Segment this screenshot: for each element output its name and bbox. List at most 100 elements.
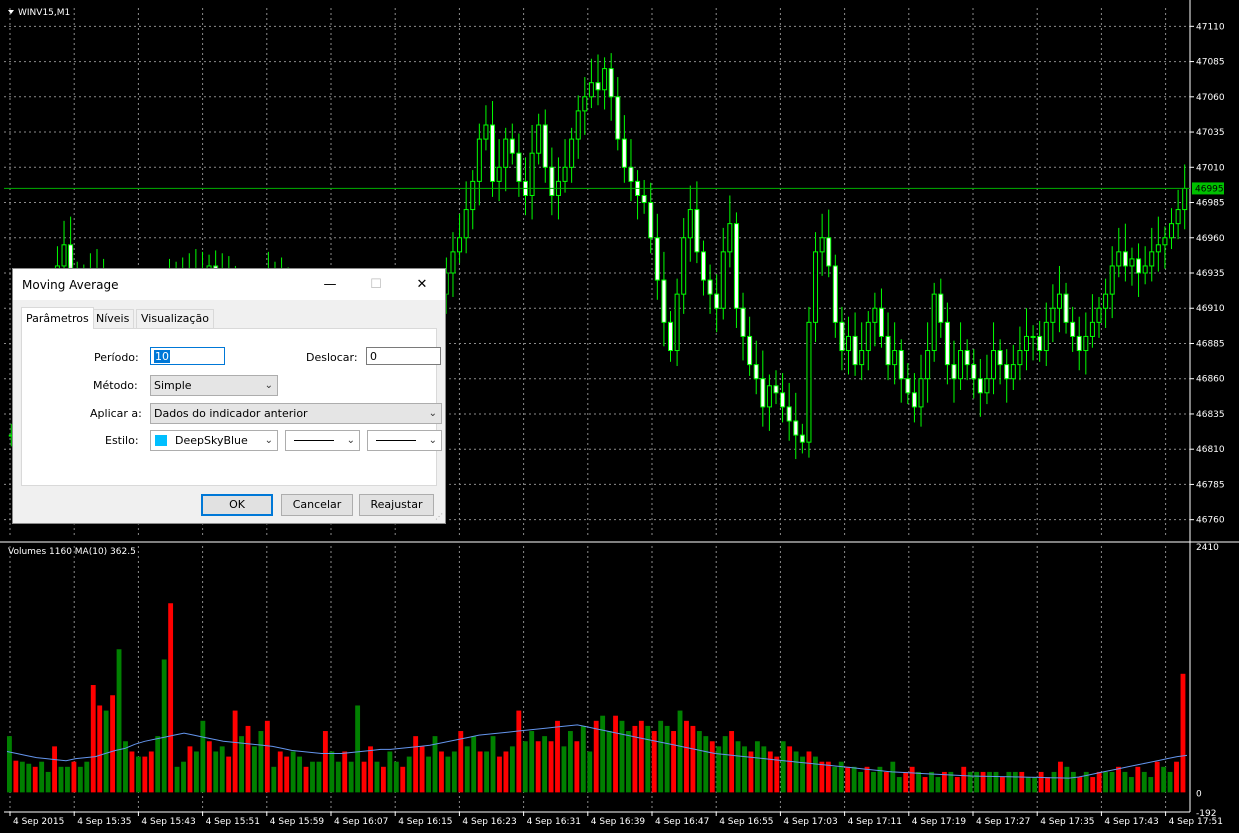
time-tick-label: 4 Sep 16:55 — [719, 817, 773, 827]
apply-to-select[interactable]: Dados do indicador anterior ⌄ — [150, 403, 442, 424]
volume-bar — [1180, 673, 1186, 793]
volume-bar — [561, 746, 567, 793]
tab-parametros[interactable]: Parâmetros — [21, 307, 94, 329]
color-select[interactable]: DeepSkyBlue ⌄ — [150, 430, 278, 451]
moving-average-dialog: Moving Average — ☐ ✕ Parâmetros Níveis V… — [12, 268, 446, 524]
candle-body — [733, 223, 739, 309]
time-tick-label: 4 Sep 17:03 — [783, 817, 837, 827]
candle-body — [1109, 265, 1115, 295]
volume-bar — [619, 720, 625, 793]
candle-body — [569, 138, 575, 168]
volume-bar — [297, 756, 303, 793]
resize-grip-icon[interactable]: ⋰ — [435, 513, 443, 521]
method-select[interactable]: Simple ⌄ — [150, 375, 278, 396]
chevron-down-icon: ⌄ — [264, 380, 273, 391]
volume-bar — [632, 725, 638, 793]
candle-body — [740, 307, 746, 337]
volume-bar — [116, 649, 122, 793]
volume-bar — [774, 756, 780, 793]
volume-bar — [974, 771, 980, 793]
close-icon[interactable]: ✕ — [399, 269, 445, 300]
candle-body — [1162, 237, 1168, 246]
volume-bar — [19, 761, 25, 793]
volume-bar — [65, 766, 70, 793]
candle-body — [1076, 335, 1082, 352]
maximize-icon: ☐ — [370, 277, 382, 292]
time-tick-label: 4 Sep 16:31 — [527, 817, 581, 827]
volume-bar — [1128, 777, 1134, 793]
volume-bar — [484, 751, 490, 793]
minimize-icon[interactable]: — — [307, 269, 353, 300]
tab-niveis[interactable]: Níveis — [91, 309, 135, 328]
volume-bar — [509, 746, 515, 793]
volume-bar — [903, 771, 909, 793]
time-tick-label: 4 Sep 17:27 — [976, 817, 1030, 827]
time-tick-label: 4 Sep 16:15 — [398, 817, 452, 827]
volume-bar — [600, 715, 606, 793]
volume-bar — [1051, 771, 1057, 793]
volume-bar — [464, 746, 470, 793]
volume-bar — [935, 777, 941, 793]
candle-body — [1037, 335, 1043, 352]
volume-bar — [232, 710, 238, 793]
price-tick-label: 46960 — [1196, 234, 1225, 244]
line-style-select[interactable]: ⌄ — [285, 430, 360, 451]
volume-bar — [987, 771, 992, 793]
volume-bar — [871, 771, 876, 793]
chevron-down-icon: ⌄ — [428, 435, 437, 446]
volume-bar — [671, 731, 677, 793]
tab-visualizacao[interactable]: Visualização — [136, 309, 214, 328]
price-tick-label: 46785 — [1196, 480, 1225, 490]
symbol-label: WINV15,M1 — [18, 8, 70, 18]
price-tick-label: 47110 — [1196, 22, 1225, 32]
volume-bar — [71, 761, 77, 793]
candle-body — [806, 321, 812, 443]
volume-bar — [277, 751, 283, 793]
volume-bar — [290, 751, 296, 793]
candle-body — [700, 251, 706, 281]
volume-bar — [1038, 771, 1044, 793]
cancel-button[interactable]: Cancelar — [281, 494, 353, 516]
volume-bar — [380, 766, 386, 793]
candle-body — [654, 237, 660, 281]
ok-button[interactable]: OK — [201, 494, 273, 516]
volume-bar — [310, 761, 315, 793]
candle-body — [753, 364, 759, 380]
volume-bar — [77, 766, 83, 793]
volume-bar — [709, 741, 715, 793]
period-input[interactable]: 10 — [150, 347, 225, 365]
candle-body — [1056, 293, 1062, 309]
candle-body — [1116, 251, 1122, 267]
candle-body — [1169, 223, 1175, 239]
reset-button[interactable]: Reajustar — [359, 494, 434, 516]
volume-bar — [1167, 771, 1173, 793]
candle-body — [516, 152, 522, 182]
candle-body — [846, 335, 852, 352]
line-width-select[interactable]: ⌄ — [367, 430, 442, 451]
candle-body — [859, 350, 865, 366]
volume-bar — [684, 720, 689, 793]
candle-body — [938, 293, 944, 323]
volume-bar — [271, 766, 277, 793]
volume-bar — [922, 777, 928, 793]
volume-bar — [1090, 777, 1096, 793]
volume-bar — [406, 756, 412, 793]
candle-body — [799, 434, 805, 443]
volume-bar — [980, 771, 986, 793]
volume-bar — [45, 771, 51, 793]
candle-body — [621, 138, 627, 168]
symbol-label-group[interactable]: WINV15,M1 — [8, 8, 70, 18]
volume-bar — [322, 731, 328, 793]
color-name: DeepSkyBlue — [175, 434, 248, 447]
volume-bar — [374, 761, 380, 793]
volume-bar — [1135, 766, 1141, 793]
candle-body — [503, 138, 509, 168]
candle-body — [911, 392, 917, 408]
dialog-titlebar[interactable]: Moving Average — ☐ ✕ — [13, 269, 445, 300]
shift-input[interactable]: 0 — [366, 347, 441, 365]
volume-bar — [896, 777, 902, 793]
volume-bar — [503, 751, 509, 793]
dialog-title: Moving Average — [22, 278, 119, 292]
candle-body — [582, 96, 588, 112]
volume-bar — [7, 736, 12, 793]
